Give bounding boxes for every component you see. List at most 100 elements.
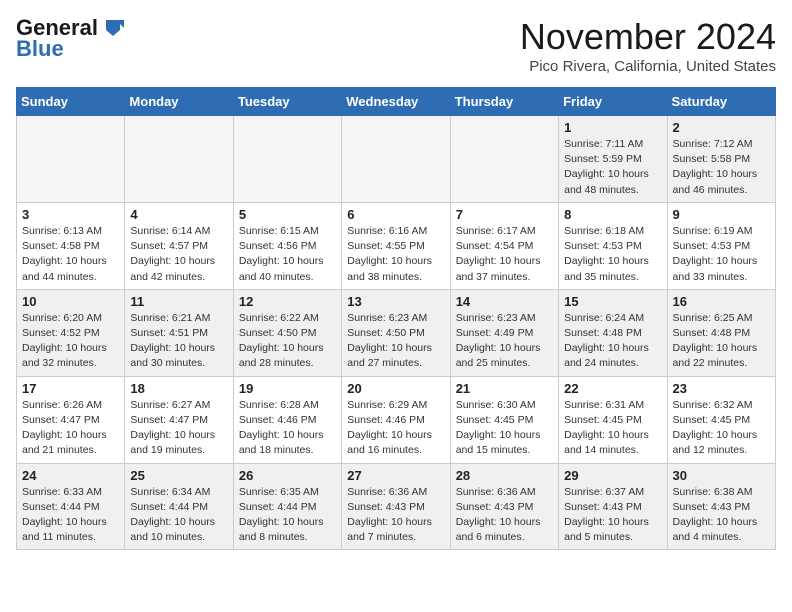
calendar-body: 1Sunrise: 7:11 AM Sunset: 5:59 PM Daylig… bbox=[17, 116, 776, 550]
day-info: Sunrise: 6:23 AM Sunset: 4:50 PM Dayligh… bbox=[347, 311, 444, 372]
day-info: Sunrise: 6:38 AM Sunset: 4:43 PM Dayligh… bbox=[673, 485, 770, 546]
day-number: 8 bbox=[564, 207, 661, 222]
weekday-header-wednesday: Wednesday bbox=[342, 88, 450, 116]
day-info: Sunrise: 6:30 AM Sunset: 4:45 PM Dayligh… bbox=[456, 398, 553, 459]
calendar-cell: 25 Sunrise: 6:34 AM Sunset: 4:44 PM Dayli… bbox=[125, 463, 233, 550]
day-number: 17 bbox=[22, 381, 119, 396]
day-info: Sunrise: 6:34 AM Sunset: 4:44 PM Dayligh… bbox=[130, 485, 227, 546]
calendar-cell: 12 Sunrise: 6:22 AM Sunset: 4:50 PM Dayli… bbox=[233, 289, 341, 376]
calendar-cell: 15Sunrise: 6:24 AM Sunset: 4:48 PM Dayli… bbox=[559, 289, 667, 376]
calendar-cell bbox=[342, 116, 450, 203]
day-number: 20 bbox=[347, 381, 444, 396]
day-number: 3 bbox=[22, 207, 119, 222]
calendar-week-row: 3 Sunrise: 6:13 AM Sunset: 4:58 PM Daylig… bbox=[17, 202, 776, 289]
day-number: 13 bbox=[347, 294, 444, 309]
calendar-cell: 10 Sunrise: 6:20 AM Sunset: 4:52 PM Dayli… bbox=[17, 289, 125, 376]
calendar-cell: 8 Sunrise: 6:18 AM Sunset: 4:53 PM Daylig… bbox=[559, 202, 667, 289]
logo: General Blue bbox=[16, 16, 124, 62]
logo-icon bbox=[102, 16, 124, 38]
day-number: 14 bbox=[456, 294, 553, 309]
day-number: 29 bbox=[564, 468, 661, 483]
day-info: Sunrise: 6:17 AM Sunset: 4:54 PM Dayligh… bbox=[456, 224, 553, 285]
calendar-cell: 29 Sunrise: 6:37 AM Sunset: 4:43 PM Dayli… bbox=[559, 463, 667, 550]
day-info: Sunrise: 6:36 AM Sunset: 4:43 PM Dayligh… bbox=[347, 485, 444, 546]
day-info: Sunrise: 6:22 AM Sunset: 4:50 PM Dayligh… bbox=[239, 311, 336, 372]
calendar-cell bbox=[450, 116, 558, 203]
calendar-cell: 7 Sunrise: 6:17 AM Sunset: 4:54 PM Daylig… bbox=[450, 202, 558, 289]
calendar-cell: 9Sunrise: 6:19 AM Sunset: 4:53 PM Daylig… bbox=[667, 202, 775, 289]
title-area: November 2024 Pico Rivera, California, U… bbox=[520, 16, 776, 75]
calendar-cell: 14 Sunrise: 6:23 AM Sunset: 4:49 PM Dayli… bbox=[450, 289, 558, 376]
day-info: Sunrise: 6:37 AM Sunset: 4:43 PM Dayligh… bbox=[564, 485, 661, 546]
day-number: 21 bbox=[456, 381, 553, 396]
day-number: 25 bbox=[130, 468, 227, 483]
day-number: 4 bbox=[130, 207, 227, 222]
day-number: 5 bbox=[239, 207, 336, 222]
calendar-cell bbox=[233, 116, 341, 203]
calendar-cell: 6Sunrise: 6:16 AM Sunset: 4:55 PM Daylig… bbox=[342, 202, 450, 289]
location: Pico Rivera, California, United States bbox=[520, 58, 776, 75]
day-info: Sunrise: 6:20 AM Sunset: 4:52 PM Dayligh… bbox=[22, 311, 119, 372]
day-number: 18 bbox=[130, 381, 227, 396]
day-info: Sunrise: 6:15 AM Sunset: 4:56 PM Dayligh… bbox=[239, 224, 336, 285]
calendar-cell: 13 Sunrise: 6:23 AM Sunset: 4:50 PM Dayli… bbox=[342, 289, 450, 376]
header: General Blue November 2024 Pico Rivera, … bbox=[16, 16, 776, 75]
calendar-cell: 1Sunrise: 7:11 AM Sunset: 5:59 PM Daylig… bbox=[559, 116, 667, 203]
day-info: Sunrise: 6:29 AM Sunset: 4:46 PM Dayligh… bbox=[347, 398, 444, 459]
weekday-header-saturday: Saturday bbox=[667, 88, 775, 116]
calendar-cell: 2 Sunrise: 7:12 AM Sunset: 5:58 PM Daylig… bbox=[667, 116, 775, 203]
calendar-cell: 24Sunrise: 6:33 AM Sunset: 4:44 PM Dayli… bbox=[17, 463, 125, 550]
day-info: Sunrise: 6:23 AM Sunset: 4:49 PM Dayligh… bbox=[456, 311, 553, 372]
calendar-cell: 4 Sunrise: 6:14 AM Sunset: 4:57 PM Daylig… bbox=[125, 202, 233, 289]
day-info: Sunrise: 7:12 AM Sunset: 5:58 PM Dayligh… bbox=[673, 137, 770, 198]
day-number: 30 bbox=[673, 468, 770, 483]
calendar-cell: 11Sunrise: 6:21 AM Sunset: 4:51 PM Dayli… bbox=[125, 289, 233, 376]
day-number: 9 bbox=[673, 207, 770, 222]
day-number: 12 bbox=[239, 294, 336, 309]
day-info: Sunrise: 6:31 AM Sunset: 4:45 PM Dayligh… bbox=[564, 398, 661, 459]
day-info: Sunrise: 6:36 AM Sunset: 4:43 PM Dayligh… bbox=[456, 485, 553, 546]
day-number: 23 bbox=[673, 381, 770, 396]
weekday-header-monday: Monday bbox=[125, 88, 233, 116]
calendar-table: SundayMondayTuesdayWednesdayThursdayFrid… bbox=[16, 87, 776, 550]
day-info: Sunrise: 6:27 AM Sunset: 4:47 PM Dayligh… bbox=[130, 398, 227, 459]
day-info: Sunrise: 6:13 AM Sunset: 4:58 PM Dayligh… bbox=[22, 224, 119, 285]
calendar-cell bbox=[17, 116, 125, 203]
day-number: 2 bbox=[673, 120, 770, 135]
day-number: 22 bbox=[564, 381, 661, 396]
day-info: Sunrise: 6:32 AM Sunset: 4:45 PM Dayligh… bbox=[673, 398, 770, 459]
day-info: Sunrise: 6:18 AM Sunset: 4:53 PM Dayligh… bbox=[564, 224, 661, 285]
month-title: November 2024 bbox=[520, 16, 776, 58]
day-info: Sunrise: 6:26 AM Sunset: 4:47 PM Dayligh… bbox=[22, 398, 119, 459]
calendar-cell: 23 Sunrise: 6:32 AM Sunset: 4:45 PM Dayli… bbox=[667, 376, 775, 463]
day-info: Sunrise: 6:14 AM Sunset: 4:57 PM Dayligh… bbox=[130, 224, 227, 285]
day-number: 27 bbox=[347, 468, 444, 483]
day-number: 16 bbox=[673, 294, 770, 309]
day-number: 1 bbox=[564, 120, 661, 135]
day-info: Sunrise: 6:35 AM Sunset: 4:44 PM Dayligh… bbox=[239, 485, 336, 546]
calendar-cell bbox=[125, 116, 233, 203]
day-info: Sunrise: 6:16 AM Sunset: 4:55 PM Dayligh… bbox=[347, 224, 444, 285]
day-info: Sunrise: 6:33 AM Sunset: 4:44 PM Dayligh… bbox=[22, 485, 119, 546]
calendar-cell: 18 Sunrise: 6:27 AM Sunset: 4:47 PM Dayli… bbox=[125, 376, 233, 463]
day-info: Sunrise: 6:25 AM Sunset: 4:48 PM Dayligh… bbox=[673, 311, 770, 372]
day-number: 15 bbox=[564, 294, 661, 309]
calendar-cell: 19 Sunrise: 6:28 AM Sunset: 4:46 PM Dayli… bbox=[233, 376, 341, 463]
calendar-cell: 21 Sunrise: 6:30 AM Sunset: 4:45 PM Dayli… bbox=[450, 376, 558, 463]
day-number: 19 bbox=[239, 381, 336, 396]
calendar-cell: 26 Sunrise: 6:35 AM Sunset: 4:44 PM Dayli… bbox=[233, 463, 341, 550]
calendar-header-row: SundayMondayTuesdayWednesdayThursdayFrid… bbox=[17, 88, 776, 116]
day-info: Sunrise: 6:21 AM Sunset: 4:51 PM Dayligh… bbox=[130, 311, 227, 372]
calendar-week-row: 24Sunrise: 6:33 AM Sunset: 4:44 PM Dayli… bbox=[17, 463, 776, 550]
calendar-cell: 28Sunrise: 6:36 AM Sunset: 4:43 PM Dayli… bbox=[450, 463, 558, 550]
day-info: Sunrise: 6:28 AM Sunset: 4:46 PM Dayligh… bbox=[239, 398, 336, 459]
day-number: 7 bbox=[456, 207, 553, 222]
weekday-header-friday: Friday bbox=[559, 88, 667, 116]
day-number: 10 bbox=[22, 294, 119, 309]
day-number: 26 bbox=[239, 468, 336, 483]
calendar-cell: 30 Sunrise: 6:38 AM Sunset: 4:43 PM Dayli… bbox=[667, 463, 775, 550]
weekday-header-tuesday: Tuesday bbox=[233, 88, 341, 116]
calendar-cell: 5 Sunrise: 6:15 AM Sunset: 4:56 PM Daylig… bbox=[233, 202, 341, 289]
calendar-cell: 17 Sunrise: 6:26 AM Sunset: 4:47 PM Dayli… bbox=[17, 376, 125, 463]
calendar-cell: 20 Sunrise: 6:29 AM Sunset: 4:46 PM Dayli… bbox=[342, 376, 450, 463]
